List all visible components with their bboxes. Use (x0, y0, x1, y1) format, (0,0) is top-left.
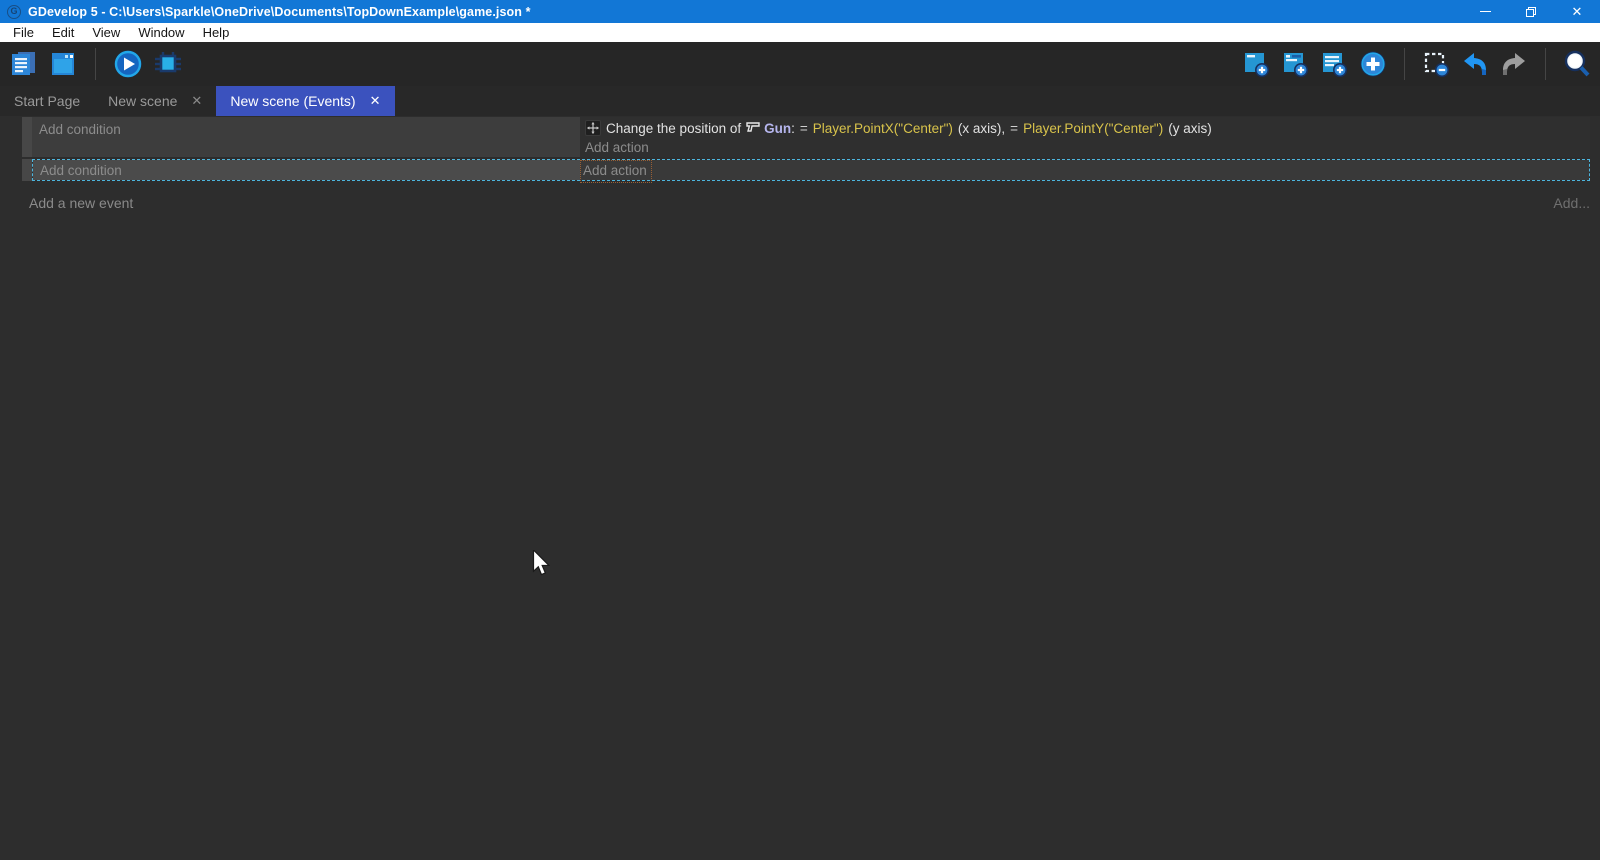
restore-button[interactable] (1508, 0, 1554, 23)
operator: = (1010, 121, 1018, 136)
window-title: GDevelop 5 - C:\Users\Sparkle\OneDrive\D… (28, 5, 531, 19)
debug-button[interactable] (153, 49, 183, 79)
add-sub-event-button[interactable] (1280, 49, 1310, 79)
add-event-button[interactable] (1241, 49, 1271, 79)
event-drag-handle[interactable] (22, 117, 32, 157)
debug-icon (153, 49, 183, 79)
add-event-icon (1243, 51, 1270, 78)
expression-x: Player.PointX("Center") (813, 121, 953, 136)
add-new-event-link[interactable]: Add a new event (29, 195, 133, 211)
tab-label: New scene (Events) (230, 93, 355, 109)
toolbar-separator (95, 48, 96, 80)
tab-new-scene-events[interactable]: New scene (Events) ✕ (216, 86, 394, 116)
action-text: (y axis) (1168, 121, 1212, 136)
add-condition-link[interactable]: Add condition (39, 122, 121, 137)
action-text: (x axis), (958, 121, 1005, 136)
tab-label: Start Page (14, 93, 80, 109)
undo-button[interactable] (1460, 49, 1490, 79)
menu-view[interactable]: View (83, 25, 129, 40)
menu-bar: File Edit View Window Help (0, 23, 1600, 42)
add-action-link[interactable]: Add action (585, 140, 649, 155)
menu-window[interactable]: Window (129, 25, 193, 40)
operator: = (800, 121, 808, 136)
event2-actions[interactable]: Add action (580, 160, 1589, 180)
add-more-button[interactable] (1358, 49, 1388, 79)
menu-help[interactable]: Help (194, 25, 239, 40)
menu-file[interactable]: File (4, 25, 43, 40)
tab-bar: Start Page New scene ✕ New scene (Events… (0, 86, 1600, 116)
remove-selection-button[interactable] (1421, 49, 1451, 79)
redo-icon (1500, 50, 1528, 78)
object-name: Gun (764, 121, 791, 136)
add-condition-link[interactable]: Add condition (40, 163, 122, 178)
close-icon: ✕ (1572, 4, 1583, 20)
undo-icon (1461, 50, 1489, 78)
add-comment-icon (1321, 51, 1348, 78)
redo-button[interactable] (1499, 49, 1529, 79)
search-icon (1563, 50, 1591, 78)
add-event-line: Add a new event Add... (29, 195, 1590, 211)
mouse-cursor (532, 550, 550, 577)
add-more-link[interactable]: Add... (1553, 195, 1590, 211)
project-manager-button[interactable] (8, 49, 38, 79)
event1-actions[interactable]: Change the position of Gun: = Player.Poi… (580, 117, 1590, 157)
minimize-icon (1480, 11, 1491, 13)
search-button[interactable] (1562, 49, 1592, 79)
event-row-1[interactable]: Add condition Change the position of (22, 117, 1590, 157)
add-action-link[interactable]: Add action (583, 163, 647, 178)
gun-object-icon (746, 121, 760, 136)
minimize-button[interactable] (1462, 0, 1508, 23)
restore-icon (1526, 7, 1536, 17)
toolbar-separator (1545, 48, 1546, 80)
event1-action-item[interactable]: Change the position of Gun: = Player.Poi… (580, 117, 1590, 137)
play-icon (113, 49, 143, 79)
gdevelop-app-icon: G (7, 5, 21, 19)
tab-start-page[interactable]: Start Page (0, 86, 94, 116)
expression-y: Player.PointY("Center") (1023, 121, 1163, 136)
event1-conditions[interactable]: Add condition (32, 117, 580, 157)
add-circle-icon (1359, 50, 1387, 78)
scene-editor-button[interactable] (48, 49, 78, 79)
position-action-icon (585, 120, 601, 136)
event2-conditions[interactable]: Add condition (33, 160, 580, 180)
tab-close-icon[interactable]: ✕ (370, 93, 381, 109)
events-sheet: Add condition Change the position of (0, 116, 1600, 860)
menu-edit[interactable]: Edit (43, 25, 83, 40)
add-sub-event-icon (1282, 51, 1309, 78)
tab-label: New scene (108, 93, 177, 109)
event-row-2-selected[interactable]: Add condition Add action (22, 159, 1590, 181)
event-drag-handle[interactable] (22, 159, 32, 181)
toolbar-separator (1404, 48, 1405, 80)
title-bar: G GDevelop 5 - C:\Users\Sparkle\OneDrive… (0, 0, 1600, 23)
add-action-focus-outline[interactable]: Add action (580, 160, 652, 183)
tab-close-icon[interactable]: ✕ (191, 93, 202, 109)
action-text: : (791, 121, 795, 136)
tab-new-scene[interactable]: New scene ✕ (94, 86, 216, 116)
project-manager-icon (9, 50, 37, 78)
remove-selection-icon (1423, 51, 1450, 78)
main-toolbar (0, 42, 1600, 86)
add-comment-button[interactable] (1319, 49, 1349, 79)
selection-outline: Add condition Add action (32, 159, 1590, 181)
play-button[interactable] (113, 49, 143, 79)
scene-editor-icon (49, 50, 77, 78)
action-text: Change the position of (606, 121, 741, 136)
close-button[interactable]: ✕ (1554, 0, 1600, 23)
